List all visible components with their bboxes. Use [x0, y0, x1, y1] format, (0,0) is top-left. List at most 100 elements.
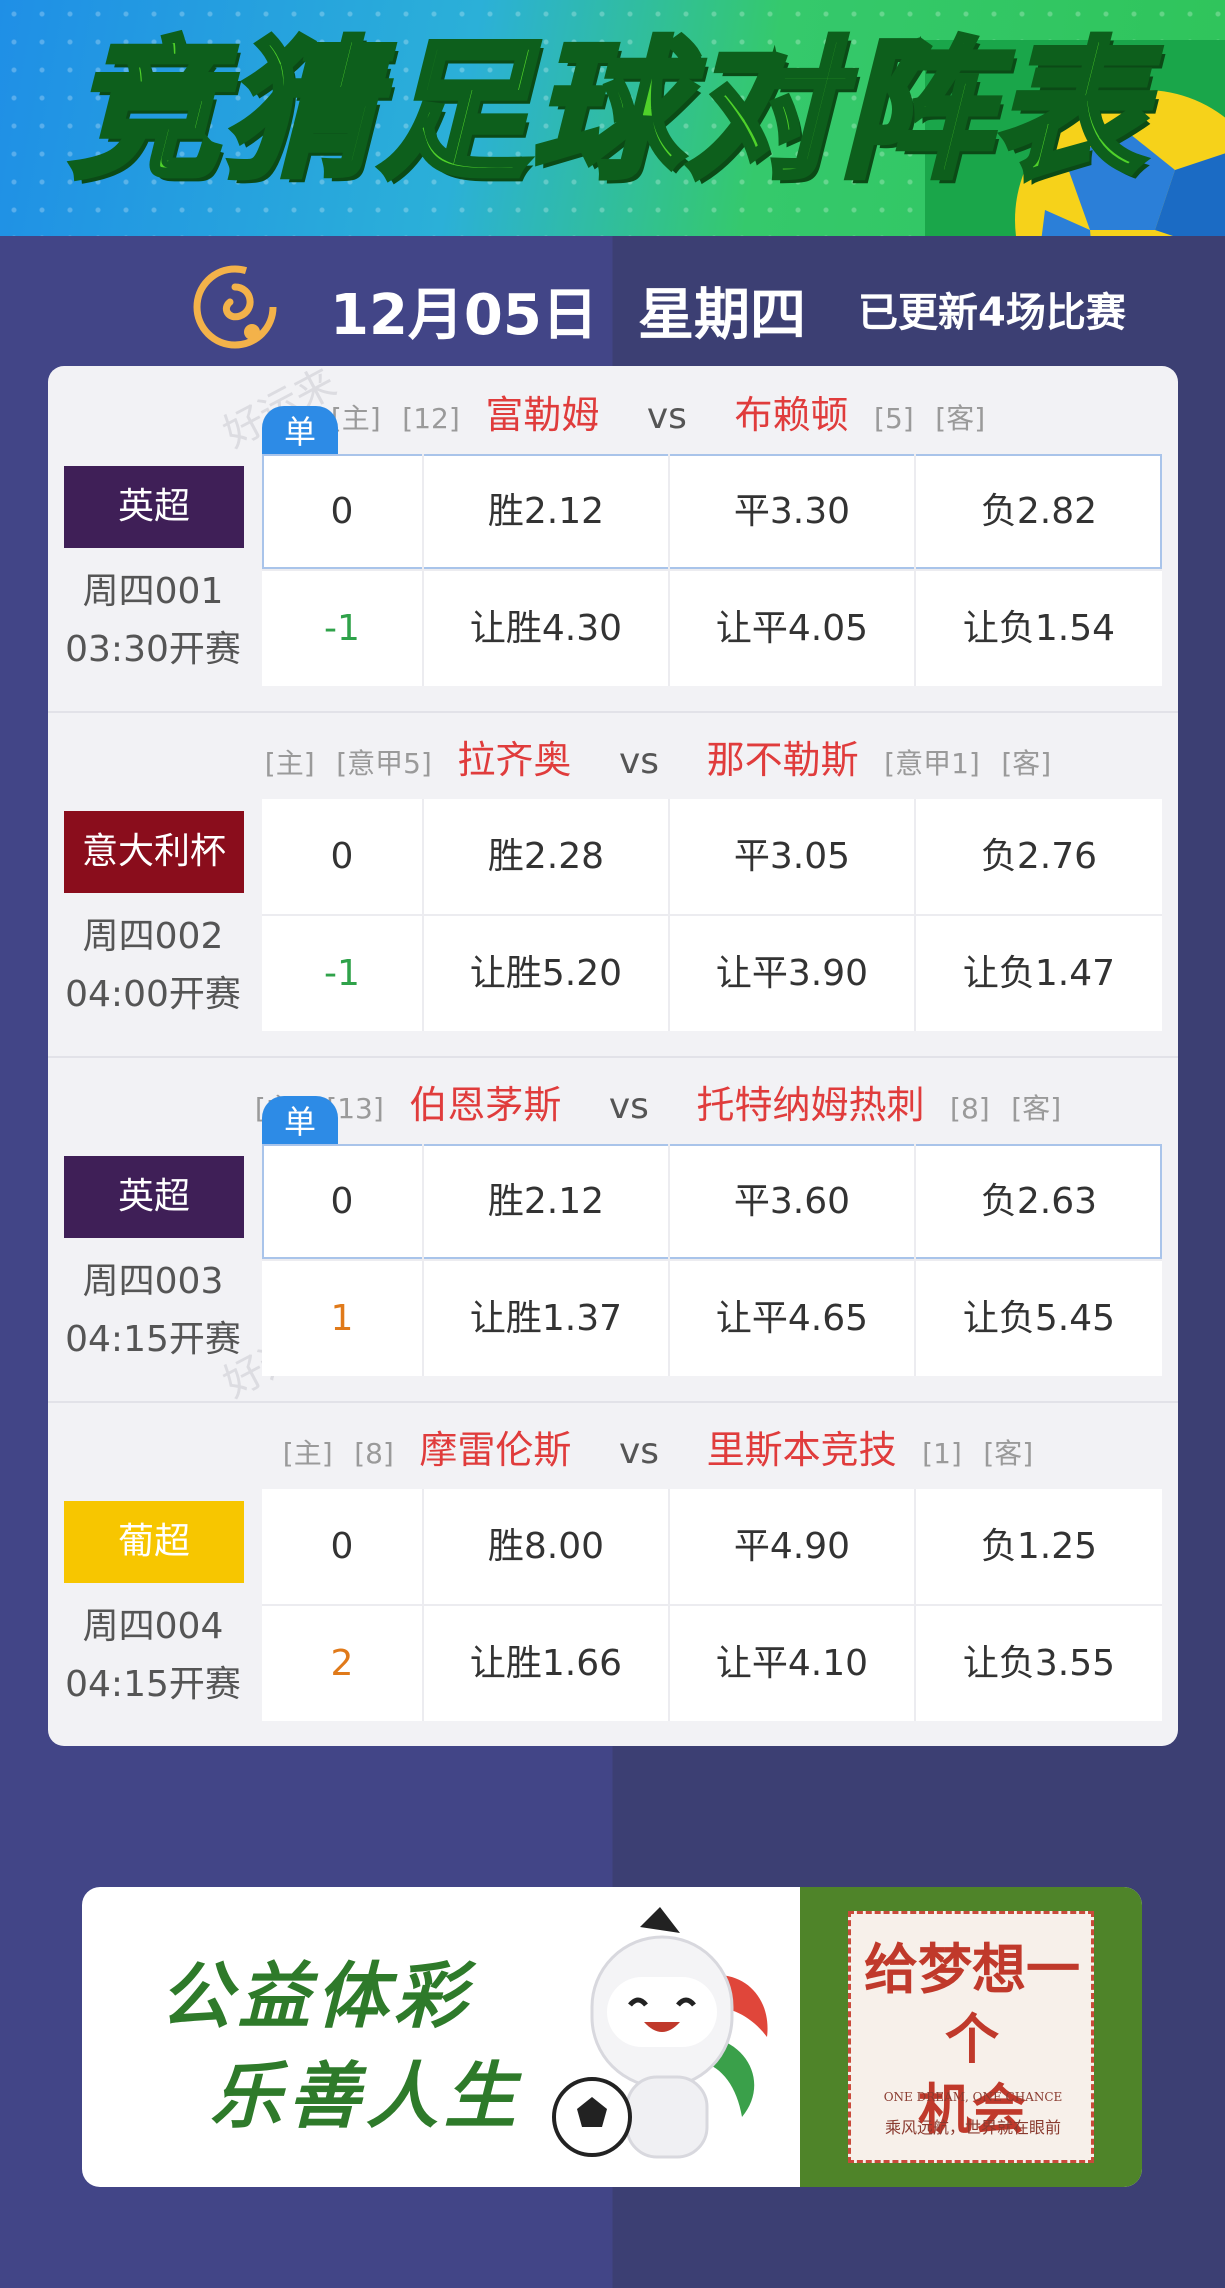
- column-divider: [914, 454, 916, 686]
- odds-lose[interactable]: 负2.63: [916, 1144, 1162, 1259]
- update-status: 已更新4场比赛: [858, 290, 1126, 336]
- odds-win[interactable]: 胜2.12: [424, 1144, 668, 1259]
- poster-english: ONE DREAM, ONE CHANCE: [883, 2090, 1063, 2104]
- handicap-value: 2: [330, 1643, 354, 1684]
- match-item[interactable]: [主] [意甲5] 拉齐奥 vs 那不勒斯 [意甲1] [客] 意大利杯 周四0…: [48, 711, 1178, 1056]
- odds-row-handicap: 2 让胜1.66 让平4.10 让负3.55: [262, 1606, 1162, 1721]
- handicap-value: 0: [330, 836, 354, 877]
- odds-draw[interactable]: 平4.90: [670, 1489, 914, 1604]
- column-divider: [668, 799, 670, 1031]
- away-rank: [5]: [874, 402, 914, 435]
- handicap-value: 0: [330, 1526, 354, 1567]
- column-divider: [668, 1144, 670, 1376]
- odds-handicap-lose[interactable]: 让负5.45: [916, 1261, 1162, 1376]
- odds-handicap-win[interactable]: 让胜1.66: [424, 1606, 668, 1721]
- odds-lose[interactable]: 负2.76: [916, 799, 1162, 914]
- odds-table: 0 胜8.00 平4.90 负1.25 2 让胜1.66 让平4.10 让负3.…: [262, 1489, 1162, 1721]
- column-divider: [914, 1489, 916, 1721]
- odds-table: 0 胜2.12 平3.60 负2.63 1 让胜1.37 让平4.65 让负5.…: [262, 1144, 1162, 1376]
- odds-handicap-draw[interactable]: 让平4.10: [670, 1606, 914, 1721]
- single-bet-badge: 单: [262, 1096, 338, 1146]
- odds-row-handicap: 1 让胜1.37 让平4.65 让负5.45: [262, 1261, 1162, 1376]
- away-tag: [客]: [935, 402, 986, 435]
- odds-win[interactable]: 胜2.28: [424, 799, 668, 914]
- handicap-value: -1: [324, 608, 360, 649]
- poster-title: 给梦想一个 机会: [857, 1934, 1087, 2144]
- match-code: 周四002: [82, 916, 224, 957]
- match-code: 周四004: [82, 1606, 224, 1647]
- column-divider: [914, 1144, 916, 1376]
- odds-draw[interactable]: 平3.60: [670, 1144, 914, 1259]
- dream-poster: 给梦想一个 机会 ONE DREAM, ONE CHANCE 乘风远航，世界就在…: [800, 1887, 1142, 2187]
- kickoff-time: 04:15开赛: [65, 1664, 241, 1705]
- home-team: 摩雷伦斯: [419, 1428, 572, 1472]
- odds-handicap-win[interactable]: 让胜5.20: [424, 916, 668, 1031]
- odds-handicap-lose[interactable]: 让负3.55: [916, 1606, 1162, 1721]
- home-team: 伯恩茅斯: [409, 1083, 562, 1127]
- header-banner: 竞猜足球对阵表: [0, 0, 1225, 236]
- vs-label: vs: [618, 1431, 660, 1472]
- league-badge: 意大利杯: [64, 811, 244, 893]
- odds-table: 0 胜2.28 平3.05 负2.76 -1 让胜5.20 让平3.90 让负1…: [262, 799, 1162, 1031]
- column-divider: [668, 1489, 670, 1721]
- kickoff-time: 04:15开赛: [65, 1319, 241, 1360]
- league-badge: 英超: [64, 1156, 244, 1238]
- page-title: 竞猜足球对阵表: [67, 22, 1149, 202]
- column-divider: [422, 1144, 424, 1376]
- handicap-value: 0: [330, 1181, 354, 1222]
- date-row: 12月05日 星期四 已更新4场比赛: [0, 250, 1225, 360]
- away-rank: [1]: [922, 1437, 962, 1470]
- odds-handicap-draw[interactable]: 让平4.05: [670, 571, 914, 686]
- column-divider: [914, 799, 916, 1031]
- odds-handicap-draw[interactable]: 让平3.90: [670, 916, 914, 1031]
- mascot-icon: [552, 1907, 768, 2159]
- handicap-value: -1: [324, 953, 360, 994]
- odds-win[interactable]: 胜8.00: [424, 1489, 668, 1604]
- odds-row-standard: 0 胜2.28 平3.05 负2.76: [262, 799, 1162, 914]
- teams-line: [主] [12] 富勒姆 vs 布赖顿 [5] [客]: [228, 384, 1088, 439]
- match-item[interactable]: [主] [13] 伯恩茅斯 vs 托特纳姆热刺 [8] [客] 单 英超 周四0…: [48, 1056, 1178, 1401]
- away-rank: [意甲1]: [884, 747, 980, 780]
- home-tag: [主]: [264, 747, 315, 780]
- match-item[interactable]: [主] [12] 富勒姆 vs 布赖顿 [5] [客] 单 英超 周四001 0…: [48, 366, 1178, 711]
- odds-row-standard: 0 胜8.00 平4.90 负1.25: [262, 1489, 1162, 1604]
- away-team: 托特纳姆热刺: [696, 1083, 925, 1127]
- odds-handicap-win[interactable]: 让胜1.37: [424, 1261, 668, 1376]
- match-weekday: 星期四: [638, 283, 806, 348]
- odds-row-handicap: -1 让胜4.30 让平4.05 让负1.54: [262, 571, 1162, 686]
- odds-handicap-lose[interactable]: 让负1.54: [916, 571, 1162, 686]
- vs-label: vs: [646, 396, 687, 437]
- away-tag: [客]: [1001, 747, 1052, 780]
- column-divider: [422, 799, 424, 1031]
- odds-row-standard: 0 胜2.12 平3.30 负2.82: [262, 454, 1162, 569]
- odds-handicap-win[interactable]: 让胜4.30: [424, 571, 668, 686]
- kickoff-time: 03:30开赛: [65, 629, 241, 670]
- league-badge: 葡超: [64, 1501, 244, 1583]
- ad-slogan-2: 乐善人生: [210, 2054, 523, 2138]
- odds-lose[interactable]: 负1.25: [916, 1489, 1162, 1604]
- kickoff-time: 04:00开赛: [65, 974, 241, 1015]
- match-date: 12月05日: [330, 283, 598, 348]
- odds-draw[interactable]: 平3.05: [670, 799, 914, 914]
- handicap-value: 0: [330, 491, 354, 532]
- odds-row-handicap: -1 让胜5.20 让平3.90 让负1.47: [262, 916, 1162, 1031]
- lottery-ad-banner[interactable]: 公益体彩 乐善人生 给梦想一个 机会 ONE DREAM, ONE CHANCE…: [82, 1887, 1142, 2187]
- poster-frame: 给梦想一个 机会 ONE DREAM, ONE CHANCE 乘风远航，世界就在…: [848, 1911, 1094, 2163]
- odds-lose[interactable]: 负2.82: [916, 454, 1162, 569]
- home-rank: [8]: [354, 1437, 394, 1470]
- poster-caption: 乘风远航，世界就在眼前: [884, 2118, 1061, 2137]
- odds-handicap-draw[interactable]: 让平4.65: [670, 1261, 914, 1376]
- home-tag: [主]: [330, 402, 381, 435]
- odds-table: 0 胜2.12 平3.30 负2.82 -1 让胜4.30 让平4.05 让负1…: [262, 454, 1162, 686]
- ad-slogan-1: 公益体彩: [160, 1954, 473, 2038]
- odds-handicap-lose[interactable]: 让负1.47: [916, 916, 1162, 1031]
- home-rank: [意甲5]: [336, 747, 432, 780]
- odds-win[interactable]: 胜2.12: [424, 454, 668, 569]
- match-item[interactable]: [主] [8] 摩雷伦斯 vs 里斯本竞技 [1] [客] 葡超 周四004 0…: [48, 1401, 1178, 1746]
- lucky-swirl-icon: [193, 265, 277, 349]
- away-tag: [客]: [983, 1437, 1034, 1470]
- home-tag: [主]: [282, 1437, 333, 1470]
- odds-row-standard: 0 胜2.12 平3.60 负2.63: [262, 1144, 1162, 1259]
- handicap-value: 1: [330, 1298, 354, 1339]
- odds-draw[interactable]: 平3.30: [670, 454, 914, 569]
